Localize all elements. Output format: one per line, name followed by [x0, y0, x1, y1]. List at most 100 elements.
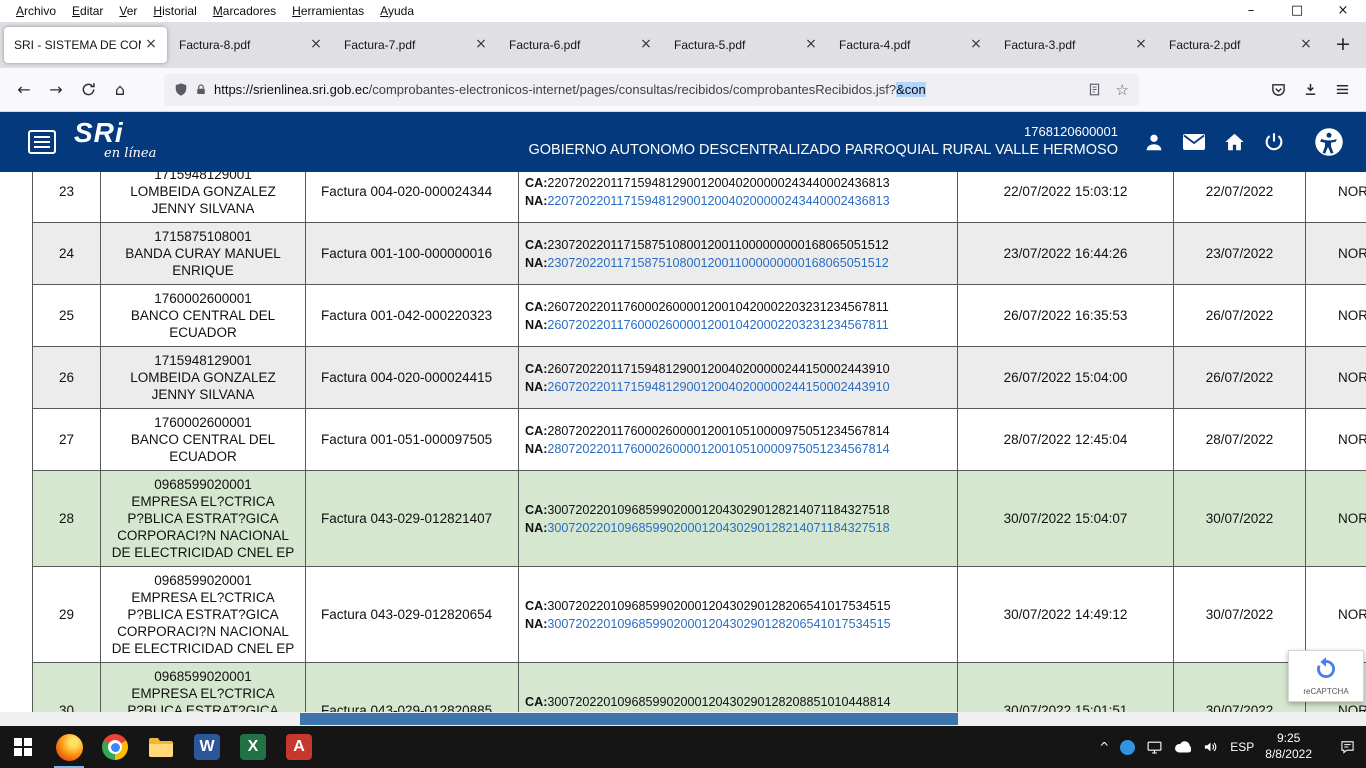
- power-icon[interactable]: [1262, 130, 1286, 154]
- home-button-icon[interactable]: ⌂: [104, 74, 136, 106]
- pocket-icon[interactable]: [1262, 74, 1294, 106]
- maximize-button[interactable]: □: [1274, 0, 1320, 22]
- close-button[interactable]: ×: [1320, 0, 1366, 22]
- invoice-row[interactable]: 231715948129001 LOMBEIDA GONZALEZ JENNY …: [33, 172, 1366, 223]
- app-menu-icon[interactable]: [1326, 74, 1358, 106]
- na-link[interactable]: 2807202201176000260000120010510000975051…: [547, 442, 889, 456]
- menu-marcadores[interactable]: Marcadores: [205, 1, 284, 21]
- document-cell: Factura 001-051-000097505: [306, 409, 519, 471]
- chrome-taskbar-icon[interactable]: [92, 726, 138, 768]
- url-bar[interactable]: https://srienlinea.sri.gob.ec/comprobant…: [164, 74, 1139, 106]
- tab-close-icon[interactable]: ×: [636, 35, 656, 55]
- ca-label: CA:: [525, 238, 547, 252]
- browser-tab[interactable]: Factura-4.pdf×: [829, 27, 992, 63]
- taskbar-clock[interactable]: 9:25 8/8/2022: [1265, 731, 1312, 762]
- word-icon[interactable]: W: [184, 726, 230, 768]
- firefox-taskbar-icon[interactable]: [46, 726, 92, 768]
- user-icon[interactable]: [1142, 130, 1166, 154]
- supplier-cell: 1715948129001 LOMBEIDA GONZALEZ JENNY SI…: [101, 172, 306, 223]
- browser-tab[interactable]: Factura-7.pdf×: [334, 27, 497, 63]
- pdf-app-icon[interactable]: A: [276, 726, 322, 768]
- emission-type-cell: NORMAL: [1306, 285, 1366, 347]
- invoice-row[interactable]: 280968599020001 EMPRESA EL?CTRICA P?BLIC…: [33, 471, 1366, 567]
- na-link[interactable]: 3007202201096859902000120430290128214071…: [547, 521, 889, 535]
- issue-date-cell: 28/07/2022: [1174, 409, 1306, 471]
- access-key-cell: CA:2207202201171594812900120040200000243…: [519, 172, 958, 223]
- tab-close-icon[interactable]: ×: [966, 35, 986, 55]
- invoice-row[interactable]: 261715948129001 LOMBEIDA GONZALEZ JENNY …: [33, 347, 1366, 409]
- authorization-datetime-cell: 30/07/2022 14:49:12: [958, 567, 1174, 663]
- na-link[interactable]: 3007202201096859902000120430290128206541…: [547, 617, 890, 631]
- tab-close-icon[interactable]: ×: [1296, 35, 1316, 55]
- tab-close-icon[interactable]: ×: [471, 35, 491, 55]
- browser-tab[interactable]: Factura-3.pdf×: [994, 27, 1157, 63]
- recaptcha-badge[interactable]: reCAPTCHA: [1288, 650, 1364, 702]
- sri-logo[interactable]: SRi en línea: [74, 119, 184, 165]
- row-number-cell: 23: [33, 172, 101, 223]
- na-label: NA:: [525, 521, 547, 535]
- invoice-row[interactable]: 241715875108001 BANDA CURAY MANUEL ENRIQ…: [33, 223, 1366, 285]
- menu-bar-items: ArchivoEditarVerHistorialMarcadoresHerra…: [0, 1, 422, 21]
- browser-tab[interactable]: Factura-6.pdf×: [499, 27, 662, 63]
- network-icon[interactable]: [1146, 739, 1163, 755]
- action-center-icon[interactable]: [1339, 739, 1356, 755]
- forward-icon[interactable]: →: [40, 74, 72, 106]
- scrollbar-thumb[interactable]: [300, 713, 958, 725]
- tab-close-icon[interactable]: ×: [141, 35, 161, 55]
- na-label: NA:: [525, 617, 547, 631]
- supplier-cell: 1715875108001 BANDA CURAY MANUEL ENRIQUE: [101, 223, 306, 285]
- menu-historial[interactable]: Historial: [145, 1, 204, 21]
- taxpayer-name: GOBIERNO AUTONOMO DESCENTRALIZADO PARROQ…: [528, 141, 1118, 161]
- browser-tab[interactable]: SRI - SISTEMA DE COMP×: [4, 27, 167, 63]
- language-indicator[interactable]: ESP: [1230, 740, 1254, 754]
- accessibility-icon[interactable]: [1314, 127, 1344, 157]
- menu-archivo[interactable]: Archivo: [8, 1, 64, 21]
- sidebar-menu-icon[interactable]: [28, 130, 56, 154]
- access-key-cell: CA:3007202201096859902000120430290128208…: [519, 663, 958, 713]
- issue-date-cell: 26/07/2022: [1174, 347, 1306, 409]
- invoice-row[interactable]: 290968599020001 EMPRESA EL?CTRICA P?BLIC…: [33, 567, 1366, 663]
- browser-tab[interactable]: Factura-8.pdf×: [169, 27, 332, 63]
- shield-icon[interactable]: [174, 82, 188, 97]
- invoices-tbody: 231715948129001 LOMBEIDA GONZALEZ JENNY …: [33, 172, 1366, 712]
- new-tab-button[interactable]: +: [1327, 29, 1359, 61]
- hidden-icons-chevron[interactable]: ^: [1099, 740, 1109, 754]
- browser-tab[interactable]: Factura-5.pdf×: [664, 27, 827, 63]
- invoice-row[interactable]: 271760002600001 BANCO CENTRAL DEL ECUADO…: [33, 409, 1366, 471]
- bookmark-star-icon[interactable]: ☆: [1116, 81, 1129, 99]
- downloads-icon[interactable]: [1294, 74, 1326, 106]
- mail-icon[interactable]: [1182, 130, 1206, 154]
- na-link[interactable]: 2307202201171587510800120011000000000168…: [547, 256, 888, 270]
- file-explorer-icon[interactable]: [138, 726, 184, 768]
- menu-ver[interactable]: Ver: [111, 1, 145, 21]
- na-link[interactable]: 2607202201176000260000120010420002203231…: [547, 318, 888, 332]
- tray-app-icon[interactable]: [1120, 740, 1135, 755]
- excel-icon[interactable]: X: [230, 726, 276, 768]
- na-link[interactable]: 2607202201171594812900120040200000244150…: [547, 380, 889, 394]
- home-icon[interactable]: [1222, 130, 1246, 154]
- url-domain: https://srienlinea.sri.gob.ec: [214, 82, 369, 97]
- reader-mode-icon[interactable]: [1088, 83, 1101, 96]
- volume-icon[interactable]: [1202, 739, 1219, 755]
- row-number-cell: 29: [33, 567, 101, 663]
- menu-ayuda[interactable]: Ayuda: [372, 1, 422, 21]
- lock-icon[interactable]: [195, 83, 207, 96]
- browser-tab[interactable]: Factura-2.pdf×: [1159, 27, 1322, 63]
- menu-editar[interactable]: Editar: [64, 1, 111, 21]
- invoice-row[interactable]: 251760002600001 BANCO CENTRAL DEL ECUADO…: [33, 285, 1366, 347]
- back-icon[interactable]: ←: [8, 74, 40, 106]
- tab-close-icon[interactable]: ×: [1131, 35, 1151, 55]
- supplier-cell: 1760002600001 BANCO CENTRAL DEL ECUADOR: [101, 409, 306, 471]
- reload-icon[interactable]: [72, 74, 104, 106]
- ca-label: CA:: [525, 300, 547, 314]
- na-link[interactable]: 2207202201171594812900120040200000243440…: [547, 194, 889, 208]
- row-number-cell: 25: [33, 285, 101, 347]
- menu-herramientas[interactable]: Herramientas: [284, 1, 372, 21]
- minimize-button[interactable]: –: [1228, 0, 1274, 22]
- url-selected-text: &con: [896, 82, 926, 97]
- cloud-icon[interactable]: [1174, 741, 1191, 753]
- start-button[interactable]: [0, 726, 46, 768]
- invoice-row[interactable]: 300968599020001 EMPRESA EL?CTRICA P?BLIC…: [33, 663, 1366, 713]
- tab-close-icon[interactable]: ×: [801, 35, 821, 55]
- tab-close-icon[interactable]: ×: [306, 35, 326, 55]
